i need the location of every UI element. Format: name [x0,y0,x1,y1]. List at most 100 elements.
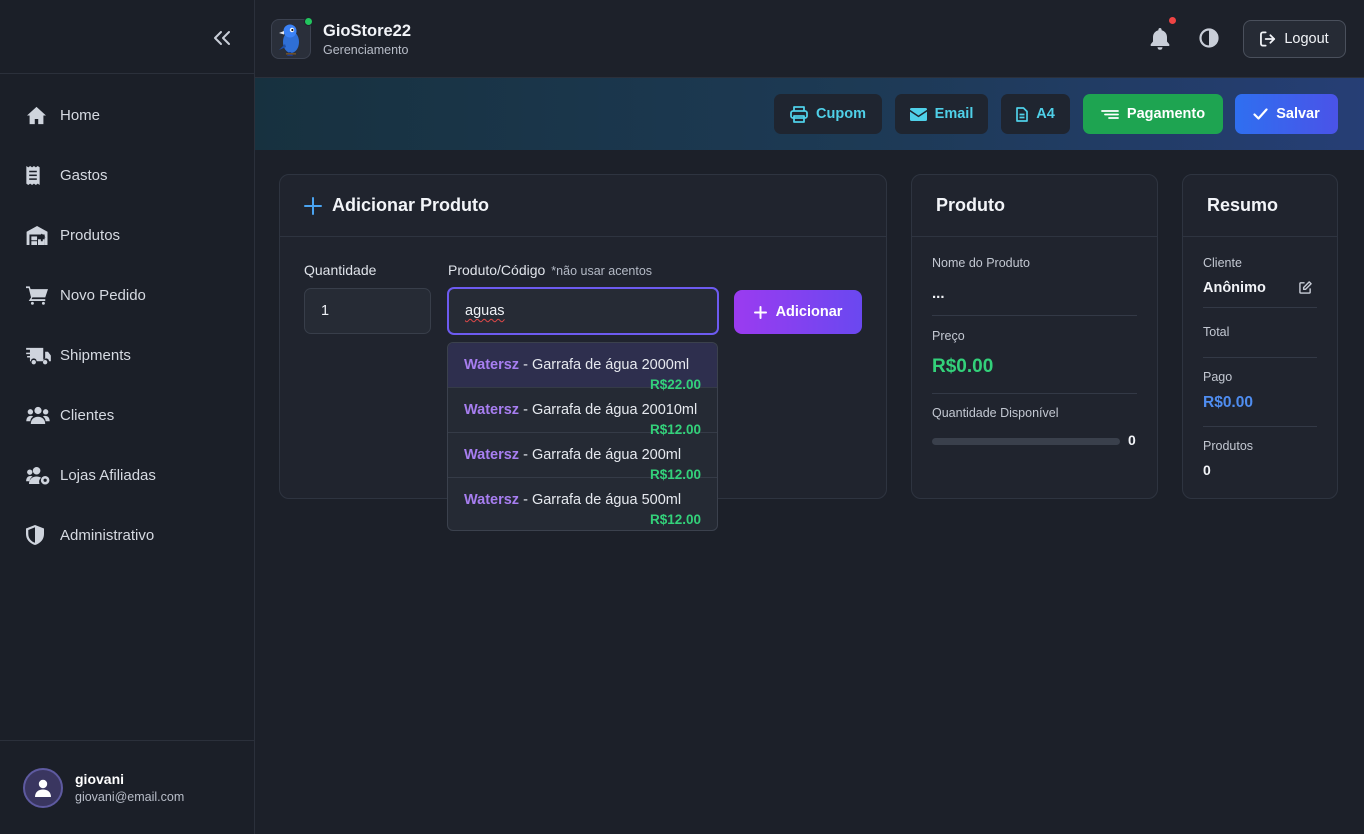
user-name: giovani [75,771,125,787]
pagamento-button[interactable]: Pagamento [1083,94,1223,134]
summary-card: Resumo Cliente Anônimo Total Pago R$0.00… [1182,174,1338,499]
divider [932,393,1137,394]
suggestion-brand: Watersz [464,447,520,463]
sidebar-item-lojas-afiliadas[interactable]: Lojas Afiliadas [0,445,254,505]
shield-icon [26,524,52,546]
sidebar-item-gastos[interactable]: Gastos [0,145,254,205]
users-gear-icon [26,464,52,486]
stock-value: 0 [1128,432,1136,448]
a4-button[interactable]: A4 [1001,94,1070,134]
stock-progress-bar [932,438,1120,445]
product-name-label: Nome do Produto [932,256,1030,270]
a4-label: A4 [1036,106,1055,122]
salvar-button[interactable]: Salvar [1235,94,1338,134]
sidebar-item-novo-pedido[interactable]: Novo Pedido [0,265,254,325]
collapse-sidebar-icon[interactable] [210,26,234,50]
users-icon [26,404,52,426]
sidebar-nav: Home Gastos Produtos Novo Pedido Shipmen… [0,74,254,565]
sidebar-item-label: Novo Pedido [60,286,146,304]
sidebar-item-clientes[interactable]: Clientes [0,385,254,445]
add-product-header: Adicionar Produto [280,175,886,237]
sidebar-header [0,0,254,74]
client-label: Cliente [1203,256,1242,270]
suggestion-item[interactable]: Watersz - Garrafa de água 200ml R$12.00 [448,433,717,482]
salvar-label: Salvar [1276,106,1320,122]
suggestion-item[interactable]: Watersz - Garrafa de água 20010ml R$12.0… [448,388,717,437]
product-note: *não usar acentos [551,264,653,278]
edit-icon[interactable] [1299,281,1312,294]
summary-card-header: Resumo [1183,175,1337,237]
products-count-value: 0 [1203,462,1211,478]
total-label: Total [1203,325,1230,339]
add-product-label: Adicionar [775,304,843,320]
sidebar-item-shipments[interactable]: Shipments [0,325,254,385]
suggestion-name: - Garrafa de água 500ml [519,492,682,508]
product-search-input[interactable]: aguas [447,287,719,335]
paid-value: R$0.00 [1203,394,1253,411]
divider [1203,426,1317,427]
price-label: Preço [932,329,965,343]
sidebar-item-label: Lojas Afiliadas [60,466,156,484]
sidebar-item-label: Shipments [60,346,131,364]
store-name: GioStore22 [323,22,412,40]
online-status-dot [304,17,313,26]
cart-icon [26,284,52,306]
summary-card-title: Resumo [1207,195,1279,215]
sidebar-item-label: Clientes [60,406,115,424]
sidebar-user[interactable]: giovani giovani@email.com [0,740,254,834]
sidebar-item-label: Gastos [60,166,108,184]
logout-icon [1260,31,1276,47]
product-search-value: aguas [465,303,505,319]
add-product-button[interactable]: Adicionar [734,290,862,334]
product-label-row: Produto/Código *não usar acentos [448,262,652,278]
suggestion-brand: Watersz [464,402,520,418]
product-card: Produto Nome do Produto ... Preço R$0.00… [911,174,1158,499]
suggestion-name: - Garrafa de água 200ml [519,447,682,463]
plus-icon [753,305,767,319]
stock-label: Quantidade Disponível [932,406,1059,420]
sidebar-item-label: Administrativo [60,526,155,544]
cupom-button[interactable]: Cupom [774,94,882,134]
suggestion-item[interactable]: Watersz - Garrafa de água 2000ml R$22.00 [448,343,717,392]
truck-icon [26,344,52,366]
notification-dot [1169,17,1176,24]
price-value: R$0.00 [932,356,994,377]
printer-icon [790,105,808,123]
divider [1203,357,1317,358]
sidebar: Home Gastos Produtos Novo Pedido Shipmen… [0,0,255,834]
client-value: Anônimo [1203,280,1266,296]
envelope-icon [909,107,927,121]
product-card-header: Produto [912,175,1157,237]
sidebar-item-administrativo[interactable]: Administrativo [0,505,254,565]
sidebar-item-produtos[interactable]: Produtos [0,205,254,265]
sidebar-item-home[interactable]: Home [0,85,254,145]
product-name-value: ... [932,285,945,302]
theme-toggle-icon[interactable] [1199,28,1219,48]
product-card-title: Produto [936,195,1005,215]
store-logo [271,17,313,59]
plus-icon [304,196,322,215]
email-button[interactable]: Email [895,94,988,134]
pagamento-label: Pagamento [1126,106,1206,122]
user-icon [35,779,51,797]
top-header: GioStore22 Gerenciamento Logout [255,0,1364,78]
home-icon [26,104,52,126]
avatar [23,767,63,808]
suggestion-item[interactable]: Watersz - Garrafa de água 500ml R$12.00 [448,478,717,527]
cupom-label: Cupom [816,106,866,122]
sidebar-item-label: Produtos [60,226,121,244]
suggestion-brand: Watersz [464,492,520,508]
product-label: Produto/Código [448,262,546,278]
bell-icon[interactable] [1150,28,1170,50]
payment-icon [1101,109,1119,119]
store-subtitle: Gerenciamento [323,43,409,57]
divider [1203,307,1317,308]
quantity-input[interactable]: 1 [304,288,431,334]
sidebar-item-label: Home [60,106,101,124]
user-email: giovani@email.com [75,790,185,804]
receipt-icon [26,164,52,186]
divider [932,315,1137,316]
logout-button[interactable]: Logout [1243,20,1346,58]
products-count-label: Produtos [1203,439,1254,453]
add-product-title: Adicionar Produto [332,195,489,215]
